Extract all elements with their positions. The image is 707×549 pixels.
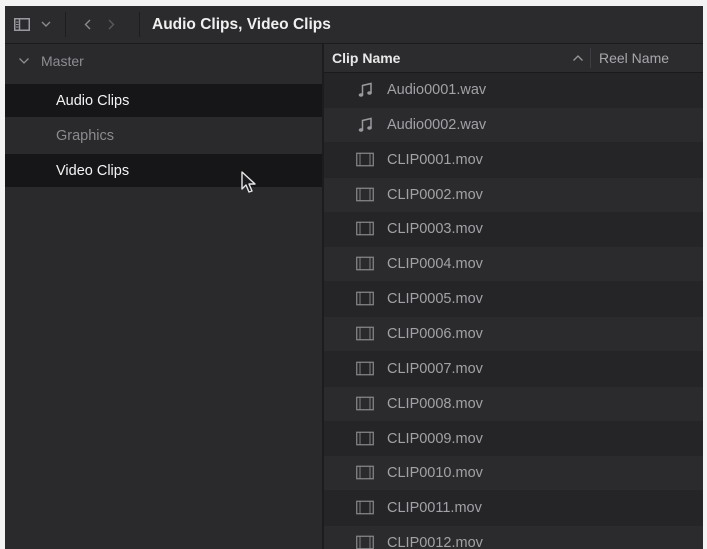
toolbar: Audio Clips, Video Clips <box>5 6 703 44</box>
clip-row[interactable]: CLIP0008.mov <box>324 386 703 421</box>
clip-name: CLIP0011.mov <box>387 500 482 517</box>
clip-row[interactable]: CLIP0010.mov <box>324 456 703 491</box>
film-strip-icon <box>356 291 374 310</box>
clip-list: Clip Name Reel Name Audio0001.wav Audio00… <box>324 44 703 549</box>
clip-name: CLIP0010.mov <box>387 465 483 482</box>
toolbar-divider <box>139 12 140 37</box>
clip-name: CLIP0006.mov <box>387 325 483 342</box>
toolbar-divider <box>65 12 66 37</box>
sidebar-item-graphics[interactable]: Graphics <box>5 119 322 152</box>
clip-name: CLIP0004.mov <box>387 256 483 273</box>
forward-arrow-icon[interactable] <box>99 6 123 43</box>
clip-name: Audio0001.wav <box>387 82 487 98</box>
clip-name: CLIP0012.mov <box>387 535 483 549</box>
clip-row[interactable]: CLIP0006.mov <box>324 316 703 351</box>
bin-label: Video Clips <box>56 162 130 179</box>
bin-list-sidebar: Master Audio Clips Graphics Video Clips <box>5 44 324 549</box>
film-strip-icon <box>356 326 374 345</box>
chevron-down-icon[interactable] <box>17 54 31 68</box>
music-note-icon <box>358 82 373 102</box>
clip-row[interactable]: CLIP0003.mov <box>324 212 703 247</box>
film-strip-icon <box>356 500 374 519</box>
clip-name: Audio0002.wav <box>387 116 487 133</box>
column-header-reel-name[interactable]: Reel Name <box>599 44 669 72</box>
back-arrow-icon[interactable] <box>75 6 99 43</box>
film-strip-icon <box>356 256 374 275</box>
clip-name: CLIP0009.mov <box>387 430 483 447</box>
clip-row[interactable]: CLIP0009.mov <box>324 421 703 456</box>
film-strip-icon <box>356 431 374 450</box>
media-pool-window: Audio Clips, Video Clips Master Audio Cl… <box>5 6 703 549</box>
master-label: Master <box>41 53 84 69</box>
clip-name: CLIP0008.mov <box>387 395 483 412</box>
clip-row[interactable]: Audio0001.wav <box>324 73 703 107</box>
film-strip-icon <box>356 187 374 206</box>
clip-row[interactable]: CLIP0004.mov <box>324 247 703 282</box>
music-note-icon <box>358 117 373 137</box>
film-strip-icon <box>356 221 374 240</box>
film-strip-icon <box>356 396 374 415</box>
chevron-down-icon[interactable] <box>35 6 57 43</box>
clip-row[interactable]: CLIP0012.mov <box>324 526 703 549</box>
sort-ascending-icon[interactable] <box>572 53 584 63</box>
clip-row[interactable]: CLIP0011.mov <box>324 491 703 526</box>
clip-row[interactable]: CLIP0007.mov <box>324 351 703 386</box>
screenshot-frame: Audio Clips, Video Clips Master Audio Cl… <box>0 0 707 549</box>
sidebar-item-audio-clips[interactable]: Audio Clips <box>5 84 322 117</box>
sidebar-item-video-clips[interactable]: Video Clips <box>5 154 322 187</box>
film-strip-icon <box>356 535 374 549</box>
clip-name: CLIP0007.mov <box>387 360 483 377</box>
clip-row[interactable]: CLIP0005.mov <box>324 282 703 317</box>
clip-name: CLIP0001.mov <box>387 151 483 168</box>
window-title: Audio Clips, Video Clips <box>152 16 331 33</box>
column-header-clip-name[interactable]: Clip Name <box>332 44 400 72</box>
column-divider[interactable] <box>590 48 591 68</box>
panel-toggle-icon[interactable] <box>9 6 35 43</box>
film-strip-icon <box>356 361 374 380</box>
mouse-cursor-icon <box>241 171 256 193</box>
clip-name: CLIP0003.mov <box>387 221 483 238</box>
list-header: Clip Name Reel Name <box>324 44 703 73</box>
clip-row[interactable]: CLIP0002.mov <box>324 177 703 212</box>
film-strip-icon <box>356 465 374 484</box>
bin-label: Audio Clips <box>56 92 130 109</box>
film-strip-icon <box>356 152 374 171</box>
clip-row[interactable]: Audio0002.wav <box>324 107 703 142</box>
master-bin[interactable]: Master <box>5 50 322 72</box>
bin-label: Graphics <box>56 127 115 144</box>
clip-name: CLIP0002.mov <box>387 186 483 203</box>
clip-row[interactable]: CLIP0001.mov <box>324 142 703 177</box>
clip-name: CLIP0005.mov <box>387 291 483 308</box>
